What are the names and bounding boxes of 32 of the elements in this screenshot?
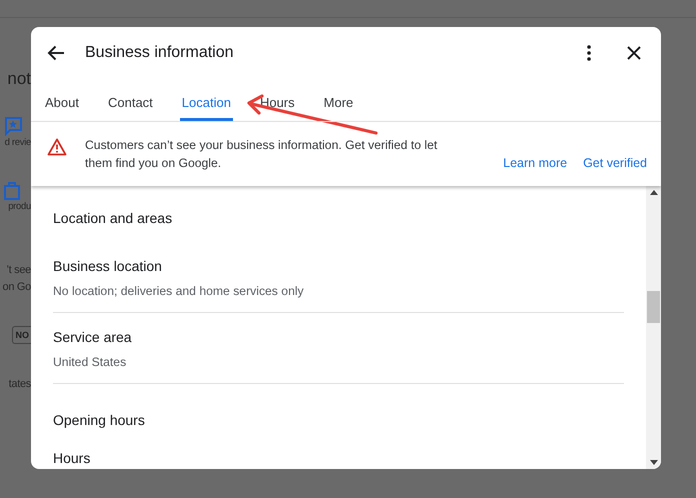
- verification-warning-text: Customers can’t see your business information. Get verified to let them find you on Google.: [85, 137, 438, 172]
- tab[interactable]: Location: [180, 79, 233, 121]
- close-icon[interactable]: [627, 46, 641, 60]
- page-heading-fragment: not: [7, 68, 31, 90]
- more-options-icon[interactable]: [587, 45, 591, 61]
- field-value: No location; deliveries and home services only: [53, 284, 305, 298]
- scrollbar[interactable]: [646, 186, 661, 469]
- field-label: Service area: [53, 329, 133, 345]
- review-star-icon: [3, 116, 23, 136]
- warning-icon: [47, 138, 67, 156]
- text-fragment: tates: [8, 377, 31, 392]
- review-text-fragment: d revie: [4, 136, 31, 150]
- tab[interactable]: More: [322, 79, 356, 121]
- scroll-up-icon[interactable]: [650, 190, 658, 195]
- shopping-bag-icon: [3, 180, 21, 200]
- scroll-down-icon[interactable]: [650, 460, 658, 465]
- dialog-title: Business information: [85, 44, 235, 62]
- section-heading: Location and areas: [53, 209, 174, 228]
- tab[interactable]: Hours: [258, 79, 297, 121]
- section-heading: Opening hours: [53, 411, 146, 430]
- tab[interactable]: Contact: [106, 79, 155, 121]
- field-label: Hours: [53, 450, 92, 466]
- field-value: United States: [53, 355, 128, 369]
- product-text-fragment: produ: [8, 200, 31, 214]
- notice-text-fragment: ’t see: [6, 263, 31, 278]
- notice-text-fragment: on Go: [2, 280, 31, 295]
- banner-link[interactable]: Get verified: [583, 154, 647, 172]
- scrollbar-thumb[interactable]: [647, 291, 660, 323]
- back-arrow-icon[interactable]: [47, 45, 65, 61]
- banner-link[interactable]: Learn more: [503, 154, 568, 172]
- tab[interactable]: About: [43, 79, 81, 121]
- field-label: Business location: [53, 258, 163, 274]
